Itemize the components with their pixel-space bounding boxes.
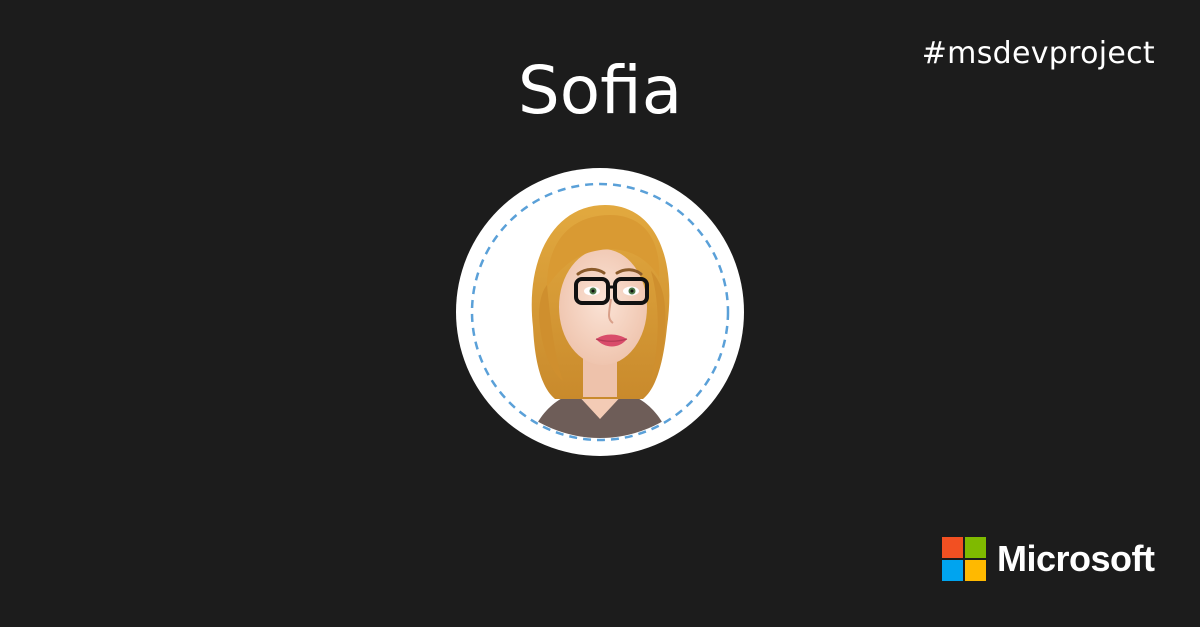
woman-avatar-icon	[456, 168, 744, 456]
logo-square-green	[965, 537, 986, 558]
microsoft-logo: Microsoft	[942, 537, 1155, 583]
share-card: #msdevproject Sofia Microsoft	[0, 0, 1200, 627]
microsoft-squares-icon	[942, 537, 986, 581]
microsoft-wordmark: Microsoft	[997, 538, 1155, 579]
profile-name: Sofia	[517, 52, 683, 129]
logo-square-yellow	[965, 560, 986, 581]
avatar	[455, 167, 745, 457]
logo-square-red	[942, 537, 963, 558]
logo-square-blue	[942, 560, 963, 581]
